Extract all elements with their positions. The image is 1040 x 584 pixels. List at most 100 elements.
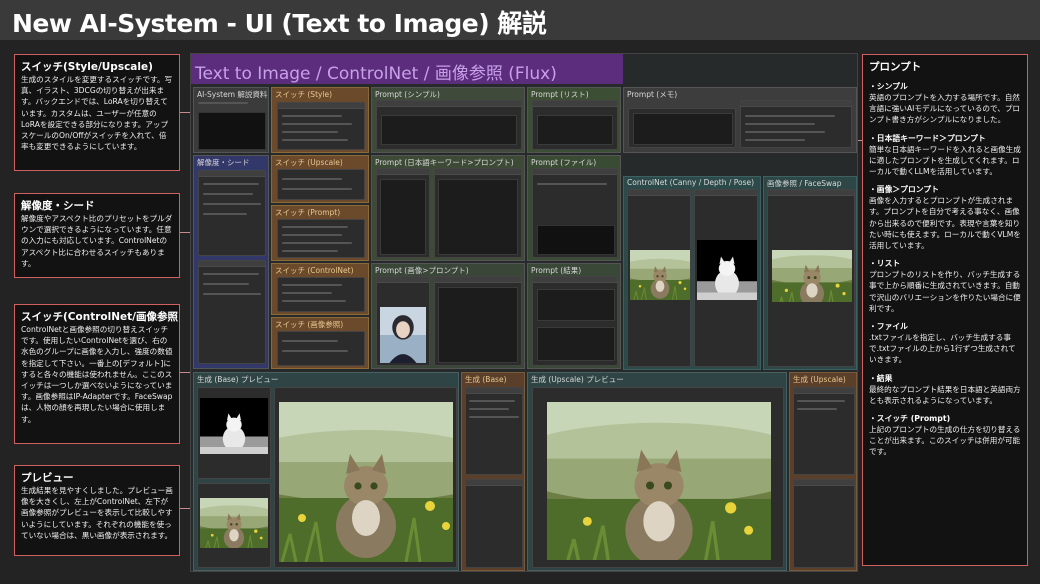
setting-row[interactable] [203,273,259,275]
switch-row[interactable] [282,284,342,286]
resolution-node[interactable] [198,170,266,256]
setting-row[interactable] [203,293,261,295]
switch-row[interactable] [282,178,342,180]
group-upscale-preview[interactable]: 生成 (Upscale) プレビュー [527,372,787,571]
note-heading: プロンプト [869,61,922,73]
setting-row[interactable] [797,400,845,402]
group-prompt-switch[interactable]: スイッチ (Prompt) [271,205,369,261]
note-section-body: 上記のプロンプトの生成の仕方を切り替えることが出来ます。このスイッチは併用が可能… [869,425,1021,457]
cat-in-meadow-image [772,250,852,302]
tool-row[interactable] [745,123,815,125]
note-resolution-seed: 解像度・シード 解像度やアスペクト比のプリセットをプルダウンで選択できるようにな… [14,193,180,278]
image-ref-node[interactable] [767,189,855,367]
controlnet-switch-node[interactable] [277,277,365,312]
prompt-result-node[interactable] [532,276,618,366]
switch-row[interactable] [282,300,346,302]
seed-node[interactable] [198,260,266,364]
upscale-preview-node[interactable] [532,387,784,568]
switch-row[interactable] [282,340,338,342]
group-image-ref-switch[interactable]: スイッチ (画像参照) [271,317,369,369]
node-header [628,190,690,196]
node-header [377,169,429,175]
group-style-switch[interactable]: スイッチ (Style) [271,87,369,153]
group-resolution-seed[interactable]: 解像度・シード [193,155,269,369]
memo-tools-node[interactable] [740,100,852,148]
note-section: ・ファイル .txtファイルを指定し、バッチ生成する事で.txtファイルの上から… [869,321,1021,366]
keyword-input[interactable] [380,179,426,255]
group-system-info[interactable]: AI-System 解説資料 [193,87,269,153]
group-controlnet[interactable]: ControlNet (Canny / Depth / Pose) [623,176,761,370]
setting-row[interactable] [203,193,253,195]
image-prompt-output [438,287,518,363]
prompt-list-input[interactable] [537,115,613,145]
controlnet-preview-node[interactable] [197,387,271,479]
setting-row[interactable] [469,408,509,410]
controlnet-output-node[interactable] [694,189,758,367]
switch-row[interactable] [282,350,348,352]
image-ref-switch-node[interactable] [277,331,365,366]
upscale-decode-node[interactable] [793,479,855,568]
node-header [794,480,854,486]
switch-row[interactable] [282,115,342,117]
setting-row[interactable] [469,416,519,418]
image-ref-preview-node[interactable] [197,483,271,568]
decode-node[interactable] [465,479,523,568]
group-prompt-japanese[interactable]: Prompt (日本語キーワード>プロンプト) [371,155,525,261]
generated-prompt-node[interactable] [434,168,522,258]
controlnet-input-node[interactable] [627,189,691,367]
switch-row[interactable] [282,226,348,228]
prompt-list-node[interactable] [532,100,618,150]
file-content-view [537,225,615,255]
group-prompt-memo[interactable]: Prompt (メモ) [623,87,857,153]
prompt-simple-input[interactable] [381,115,517,145]
setting-row[interactable] [797,408,837,410]
prompt-simple-node[interactable] [376,100,522,150]
setting-row[interactable] [203,283,249,285]
switch-row[interactable] [282,242,352,244]
prompt-file-node[interactable] [532,168,618,258]
base-preview-node[interactable] [274,387,457,568]
switch-row[interactable] [282,188,352,190]
node-workspace[interactable]: Text to Image / ControlNet / 画像参照 (Flux)… [190,53,858,572]
group-prompt-simple[interactable]: Prompt (シンプル) [371,87,525,153]
switch-row[interactable] [282,234,342,236]
tool-row[interactable] [745,131,825,133]
switch-row[interactable] [282,250,338,252]
switch-row[interactable] [282,139,348,141]
group-prompt-image[interactable]: Prompt (画像>プロンプト) [371,263,525,369]
note-preview: プレビュー 生成結果を見やすくしました。プレビュー画像を大きくし、左上がCont… [14,465,180,556]
image-prompt-output-node[interactable] [434,276,522,366]
group-prompt-result[interactable]: Prompt (結果) [527,263,621,369]
switch-row[interactable] [282,131,338,133]
switch-row[interactable] [282,123,352,125]
japanese-keyword-node[interactable] [376,168,430,258]
upscale-sampler-node[interactable] [793,387,855,475]
group-controlnet-switch[interactable]: スイッチ (ControlNet) [271,263,369,315]
setting-row[interactable] [203,183,259,185]
group-prompt-list[interactable]: Prompt (リスト) [527,87,621,153]
group-base-preview[interactable]: 生成 (Base) プレビュー [193,372,459,571]
setting-row[interactable] [203,213,247,215]
tool-row[interactable] [745,115,835,117]
group-upscale-switch[interactable]: スイッチ (Upscale) [271,155,369,203]
memo-input[interactable] [633,113,733,145]
group-prompt-file[interactable]: Prompt (ファイル) [527,155,621,261]
note-style-switch: スイッチ(Style/Upscale) 生成のスタイルを変更するスイッチです。写… [14,54,180,171]
group-base-generation[interactable]: 生成 (Base) [461,372,525,571]
image-input-node[interactable] [376,276,430,366]
switch-row[interactable] [282,292,332,294]
file-path-field[interactable] [537,183,607,185]
prompt-switch-node[interactable] [277,219,365,258]
depth-map-image [697,240,757,300]
sampler-node[interactable] [465,387,523,475]
group-image-reference[interactable]: 画像参照 / FaceSwap [763,176,857,370]
upscale-switch-node[interactable] [277,169,365,200]
style-switch-node[interactable] [277,102,365,150]
tool-row[interactable] [745,139,805,141]
group-upscale-generation[interactable]: 生成 (Upscale) [789,372,857,571]
setting-row[interactable] [203,203,261,205]
group-title: 生成 (Upscale) [793,375,846,384]
prompt-memo-node[interactable] [628,108,736,148]
group-title: Prompt (ファイル) [531,158,597,167]
setting-row[interactable] [469,400,515,402]
